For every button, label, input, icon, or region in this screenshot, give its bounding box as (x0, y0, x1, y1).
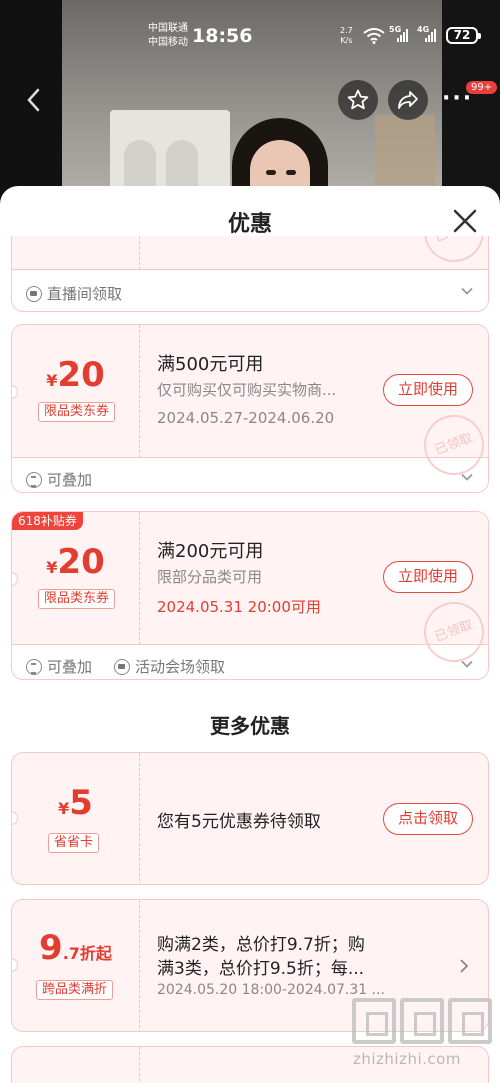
stack-icon (26, 658, 42, 675)
subsidy-tag: 618补贴券 (12, 512, 83, 530)
more-options-button[interactable]: ··· (442, 88, 473, 110)
coupon-sheet: 优惠 已领取 直播间领取 ¥20 限品类东券 满500元可用 仅可购买仅可购买实… (0, 186, 500, 1083)
stackable-info: 可叠加 (26, 656, 92, 677)
streamer-eye (286, 170, 296, 175)
coupon-category-tag: 省省卡 (48, 833, 100, 853)
star-icon (347, 89, 369, 110)
coupon-divider (139, 900, 140, 1031)
coupon-footer: 直播间领取 (12, 274, 488, 308)
wifi-icon (363, 28, 385, 44)
coupon-divider (139, 512, 140, 645)
carrier-names: 中国联通 中国移动 (148, 22, 188, 50)
coupon-source-event: 活动会场领取 (114, 656, 225, 677)
offer-title-line-2: 满3类，总价打9.5折；每... (157, 959, 365, 979)
close-icon[interactable] (450, 206, 480, 236)
share-icon (398, 91, 418, 109)
network-speed: 2.7 K/s (340, 26, 353, 46)
claim-button[interactable]: 点击领取 (383, 803, 473, 835)
coupon-description: 限部分品类可用 (157, 568, 263, 586)
background-shelf (375, 115, 435, 185)
currency-symbol: ¥ (58, 799, 70, 818)
coupon-value: 20 (57, 542, 105, 582)
coupon-value: 20 (57, 355, 105, 395)
coupon-validity: 2024.05.27-2024.06.20 (157, 409, 335, 427)
network-speed-value: 2.7 (340, 26, 353, 35)
stackable-info: 可叠加 (26, 469, 92, 490)
ticket-icon (114, 658, 130, 675)
discount-amount: 9.7折起 (12, 928, 139, 968)
coupon-amount: ¥5 (12, 783, 139, 823)
coupon-divider (139, 236, 140, 270)
coupon-source-label: 直播间领取 (47, 285, 123, 303)
coupon-description: 仅可购买仅可购买实物商... (157, 381, 337, 399)
chevron-right-icon (460, 959, 469, 973)
coupon-amount: ¥20 (12, 355, 139, 395)
signal-bars-icon (425, 28, 436, 42)
coupon-source-live: 直播间领取 (26, 283, 122, 304)
more-offers-title: 更多优惠 (210, 714, 290, 738)
offer-title-line-1: 购满2类，总价打9.7折；购 (157, 935, 365, 955)
status-time: 18:56 (192, 25, 253, 47)
savings-card-offer: ¥5 省省卡 您有5元优惠券待领取 点击领取 (11, 752, 489, 885)
status-bar: 中国联通 中国移动 18:56 2.7 K/s 5G 4G 72 (0, 22, 500, 56)
sheet-title: 优惠 (227, 212, 272, 237)
coupon-divider (139, 325, 140, 458)
watermark-text: zhizhizhi.com (353, 1050, 461, 1068)
stackable-label: 可叠加 (47, 658, 93, 676)
carrier-1: 中国联通 (148, 23, 188, 34)
coupon-divider (139, 753, 140, 884)
coupon-footer: 可叠加 活动会场领取 (12, 647, 488, 679)
favorite-button[interactable] (338, 80, 378, 120)
chevron-down-icon[interactable] (460, 284, 474, 298)
chevron-down-icon[interactable] (460, 657, 474, 671)
offer-validity: 2024.05.20 18:00-2024.07.31 ... (157, 982, 385, 998)
coupon-category-tag: 限品类东券 (38, 402, 116, 422)
ticket-icon (26, 285, 42, 302)
signal-bars-icon (397, 28, 408, 42)
network-speed-unit: K/s (340, 36, 353, 45)
currency-symbol: ¥ (46, 558, 58, 577)
offer-title: 您有5元优惠券待领取 (157, 812, 321, 832)
coupon-main-partial (12, 236, 488, 270)
coupon-card: ¥20 限品类东券 满500元可用 仅可购买仅可购买实物商... 2024.05… (11, 324, 489, 493)
stack-icon (26, 471, 42, 488)
use-now-button[interactable]: 立即使用 (383, 374, 473, 406)
streamer-eye (266, 170, 276, 175)
battery-icon: 72 (446, 27, 481, 44)
coupon-title: 满200元可用 (157, 541, 264, 562)
share-button[interactable] (388, 80, 428, 120)
chevron-down-icon[interactable] (460, 470, 474, 484)
discount-suffix: .7折起 (62, 944, 112, 963)
stackable-label: 可叠加 (47, 471, 93, 489)
coupon-card-partial: 已领取 直播间领取 (11, 236, 489, 312)
discount-value: 9 (39, 928, 63, 968)
coupon-divider (139, 1047, 140, 1083)
coupon-title: 满500元可用 (157, 354, 264, 375)
currency-symbol: ¥ (46, 371, 58, 390)
coupon-category-tag: 限品类东券 (38, 589, 116, 609)
carrier-2: 中国移动 (148, 37, 188, 48)
use-now-button[interactable]: 立即使用 (383, 561, 473, 593)
coupon-card: 618补贴券 ¥20 限品类东券 满200元可用 限部分品类可用 2024.05… (11, 511, 489, 680)
coupon-value: 5 (69, 783, 93, 823)
coupon-start-time: 2024.05.31 20:00可用 (157, 598, 321, 616)
back-arrow-icon[interactable] (22, 86, 46, 114)
notification-badge: 99+ (466, 81, 498, 94)
coupon-footer: 可叠加 (12, 460, 488, 492)
coupon-amount: ¥20 (12, 542, 139, 582)
coupon-category-tag: 跨品类满折 (36, 980, 114, 1000)
watermark-logo (352, 998, 492, 1044)
coupon-source-label: 活动会场领取 (135, 658, 226, 676)
